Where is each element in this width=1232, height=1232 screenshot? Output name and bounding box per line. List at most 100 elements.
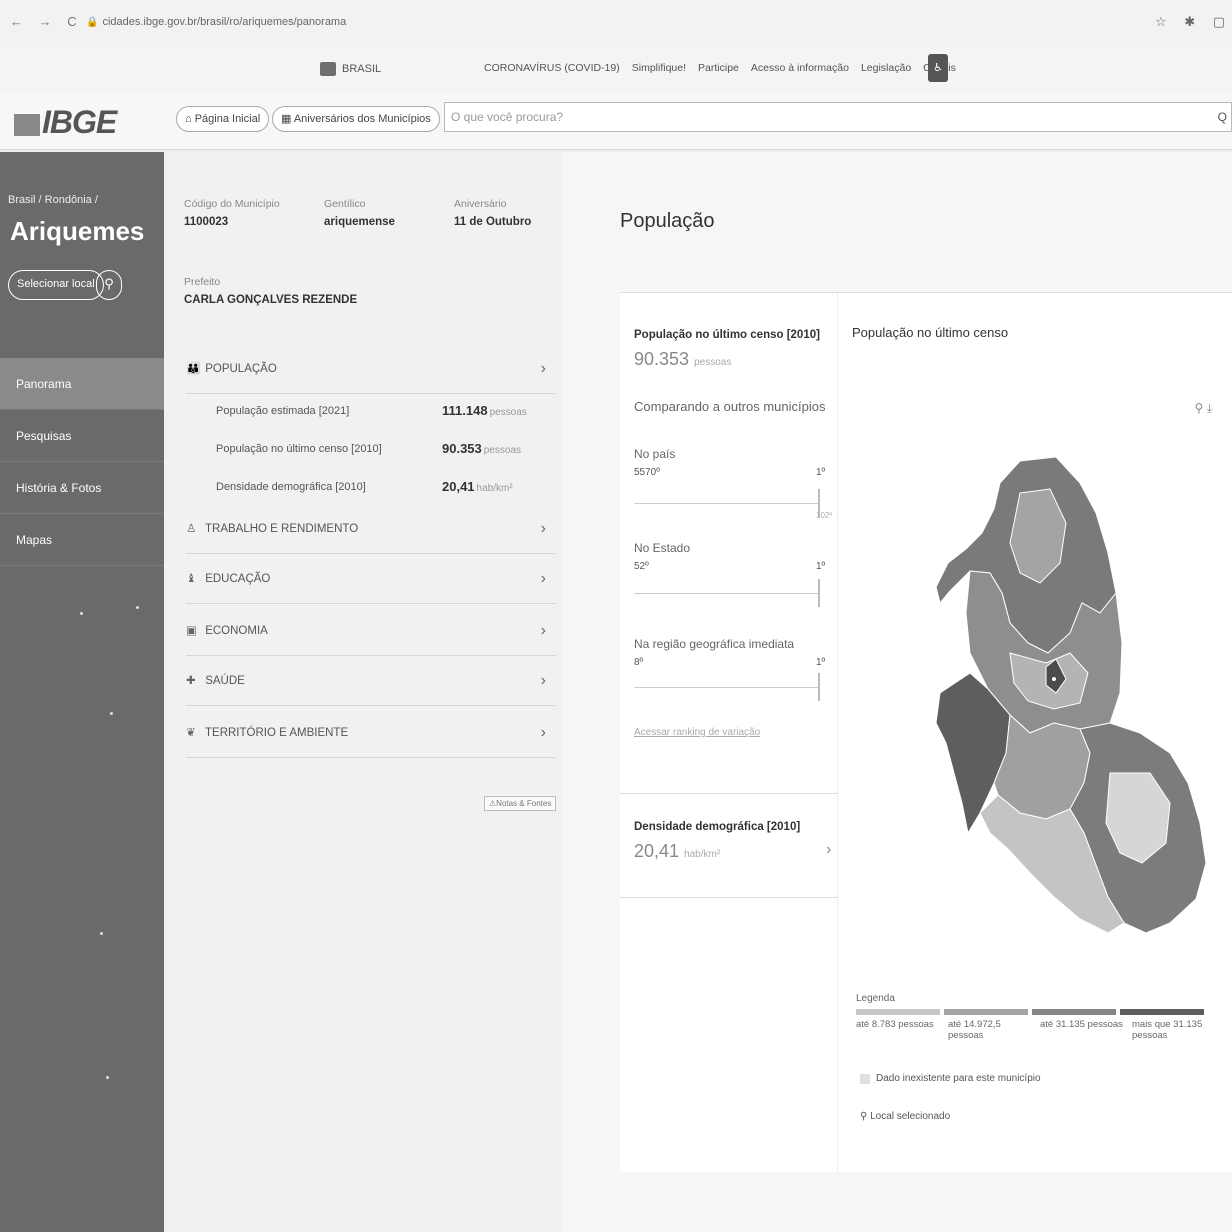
category-populacao[interactable]: 👪 POPULAÇÃO › [186, 344, 556, 394]
gov-bar: BRASIL CORONAVÍRUS (COVID-19) Simplifiqu… [0, 48, 1232, 94]
notas-fontes-button[interactable]: ⚠Notas & Fontes [484, 796, 557, 811]
gov-link-acesso[interactable]: Acesso à informação [751, 62, 849, 74]
flag-icon [320, 62, 336, 76]
brasil-link[interactable]: BRASIL [320, 62, 381, 76]
legend-missing-label: Dado inexistente para este município [876, 1073, 1041, 1084]
download-icon[interactable]: ⤓ [1207, 401, 1212, 415]
legend-label-3: até 31.135 pessoas [1040, 1019, 1123, 1030]
legend-bar-2 [944, 1009, 1028, 1015]
category-saude[interactable]: ✚ SAÚDE › [186, 656, 556, 706]
anniversaries-button-label: Aniversários dos Municípios [293, 113, 431, 125]
search-input[interactable]: O que você procura? Q [444, 102, 1232, 132]
search-icon[interactable]: Q [1218, 103, 1227, 131]
sidebar-item-pesquisas[interactable]: Pesquisas [0, 410, 164, 462]
location-pin-icon[interactable]: ⚲ [96, 270, 122, 300]
chevron-right-icon[interactable]: › [826, 841, 831, 859]
sidebar-item-panorama[interactable]: Panorama [0, 358, 164, 410]
ranking-link[interactable]: Acessar ranking de variação [634, 727, 760, 738]
lock-icon: 🔒 [86, 17, 99, 28]
legend-bar-1 [856, 1009, 940, 1015]
legend-bars [856, 1009, 1204, 1015]
category-label: POPULAÇÃO [205, 363, 277, 375]
brasil-label: BRASIL [342, 63, 382, 75]
worker-icon: ♙ [186, 523, 197, 535]
decorative-dot [110, 712, 113, 715]
aniversario-label: Aniversário [454, 198, 507, 210]
row-unit: pessoas [483, 445, 522, 456]
gov-link-legislacao[interactable]: Legislação [861, 62, 911, 74]
panel-title: População [620, 210, 715, 232]
estado-top-rank: 1º [816, 561, 826, 572]
populacao-row: População no último censo [2010] 90.353 pe… [216, 430, 521, 468]
densidade-heading: Densidade demográfica [2010] [634, 821, 801, 833]
zoom-icon[interactable]: ⚲ [1195, 401, 1204, 415]
legend-bar-4 [1120, 1009, 1204, 1015]
regiao-top-rank: 1º [816, 657, 826, 668]
populacao-card: População no último censo [2010] 90.353 … [620, 292, 1232, 1173]
row-unit: hab/km² [476, 483, 513, 494]
education-icon: ♝ [186, 573, 197, 585]
search-placeholder: O que você procura? [451, 110, 564, 124]
accessibility-icon[interactable]: ♿ [928, 54, 948, 82]
category-educacao[interactable]: ♝ EDUCAÇÃO › [186, 554, 556, 604]
pais-top-rank: 1º [816, 467, 826, 478]
legend-title: Legenda [856, 993, 895, 1004]
legend-label-4: mais que 31.135 pessoas [1132, 1019, 1203, 1041]
selected-location-marker [1052, 677, 1056, 681]
chevron-right-icon: › [540, 672, 546, 689]
gentilico-value: ariquemense [324, 216, 395, 228]
site-header: IBGE ⌂ Página Inicial ▦ Aniversários dos… [0, 94, 1232, 150]
category-label: TERRITÓRIO E AMBIENTE [205, 727, 349, 739]
legend-missing-data: Dado inexistente para este município [860, 1073, 1041, 1084]
category-economia[interactable]: ▣ ECONOMIA › [186, 606, 556, 656]
densidade-value-line: 20,41 hab/km² [634, 841, 720, 862]
estado-rank: 52º [634, 561, 649, 572]
sidebar-item-historia[interactable]: História & Fotos [0, 462, 164, 514]
rondonia-choropleth-map [935, 456, 1207, 934]
chevron-right-icon: › [540, 570, 546, 587]
map-title: População no último censo [852, 325, 1009, 340]
legend-labels: até 8.783 pessoas até 14.972,5 pessoas a… [856, 1019, 1220, 1041]
gov-link-participe[interactable]: Participe [698, 62, 739, 74]
gov-link-simplifique[interactable]: Simplifique! [632, 62, 686, 74]
decorative-dot [80, 612, 83, 615]
regiao-rank-marker [818, 673, 820, 701]
comparando-heading: Comparando a outros municípios [634, 399, 826, 414]
browser-nav-buttons[interactable]: ← → C [10, 14, 83, 29]
ibge-logo-icon [14, 113, 40, 136]
home-button[interactable]: ⌂ Página Inicial [176, 106, 270, 132]
censo-value-line: 90.353 pessoas [634, 349, 731, 370]
category-trabalho[interactable]: ♙ TRABALHO E RENDIMENTO › [186, 504, 556, 554]
legend-selected-label: Local selecionado [870, 1111, 951, 1122]
populacao-panel: População População no último censo [201… [562, 152, 1232, 1232]
anniversaries-button[interactable]: ▦ Aniversários dos Municípios [272, 106, 440, 132]
map-tools: ⚲ ⤓ [1195, 401, 1212, 416]
sidebar-item-mapas[interactable]: Mapas [0, 514, 164, 566]
category-territorio[interactable]: ❦ TERRITÓRIO E AMBIENTE › [186, 708, 556, 758]
row-value: 111.148 [442, 403, 488, 418]
category-label: SAÚDE [205, 675, 245, 687]
row-unit: pessoas [489, 407, 527, 418]
legend-bar-3 [1032, 1009, 1116, 1015]
home-icon: ⌂ [185, 113, 195, 125]
decorative-dot [136, 606, 139, 609]
city-name: Ariquemes [10, 216, 145, 246]
densidade-unit: hab/km² [684, 849, 721, 860]
populacao-row: População estimada [2021] 111.148 pessoas [216, 392, 527, 430]
leaf-icon: ❦ [186, 727, 196, 739]
section-divider [620, 793, 838, 794]
category-label: TRABALHO E RENDIMENTO [205, 523, 359, 535]
ibge-logo[interactable]: IBGE [14, 104, 117, 141]
browser-action-icons[interactable]: ☆ ✱ ▢ [1155, 14, 1232, 30]
missing-data-swatch [860, 1073, 870, 1084]
url-text: cidades.ibge.gov.br/brasil/ro/ariquemes/… [102, 16, 347, 28]
breadcrumb[interactable]: Brasil / Rondônia / [8, 194, 98, 206]
row-label: População estimada [2021] [216, 405, 350, 417]
logo-text: IBGE [42, 104, 117, 140]
address-bar[interactable]: 🔒 cidades.ibge.gov.br/brasil/ro/ariquemes… [86, 16, 346, 28]
gov-link-covid[interactable]: CORONAVÍRUS (COVID-19) [484, 62, 620, 74]
row-label: População no último censo [2010] [216, 443, 382, 455]
category-label: EDUCAÇÃO [205, 573, 271, 585]
select-location-button[interactable]: Selecionar local [8, 270, 104, 300]
people-icon: 👪 [186, 363, 201, 375]
